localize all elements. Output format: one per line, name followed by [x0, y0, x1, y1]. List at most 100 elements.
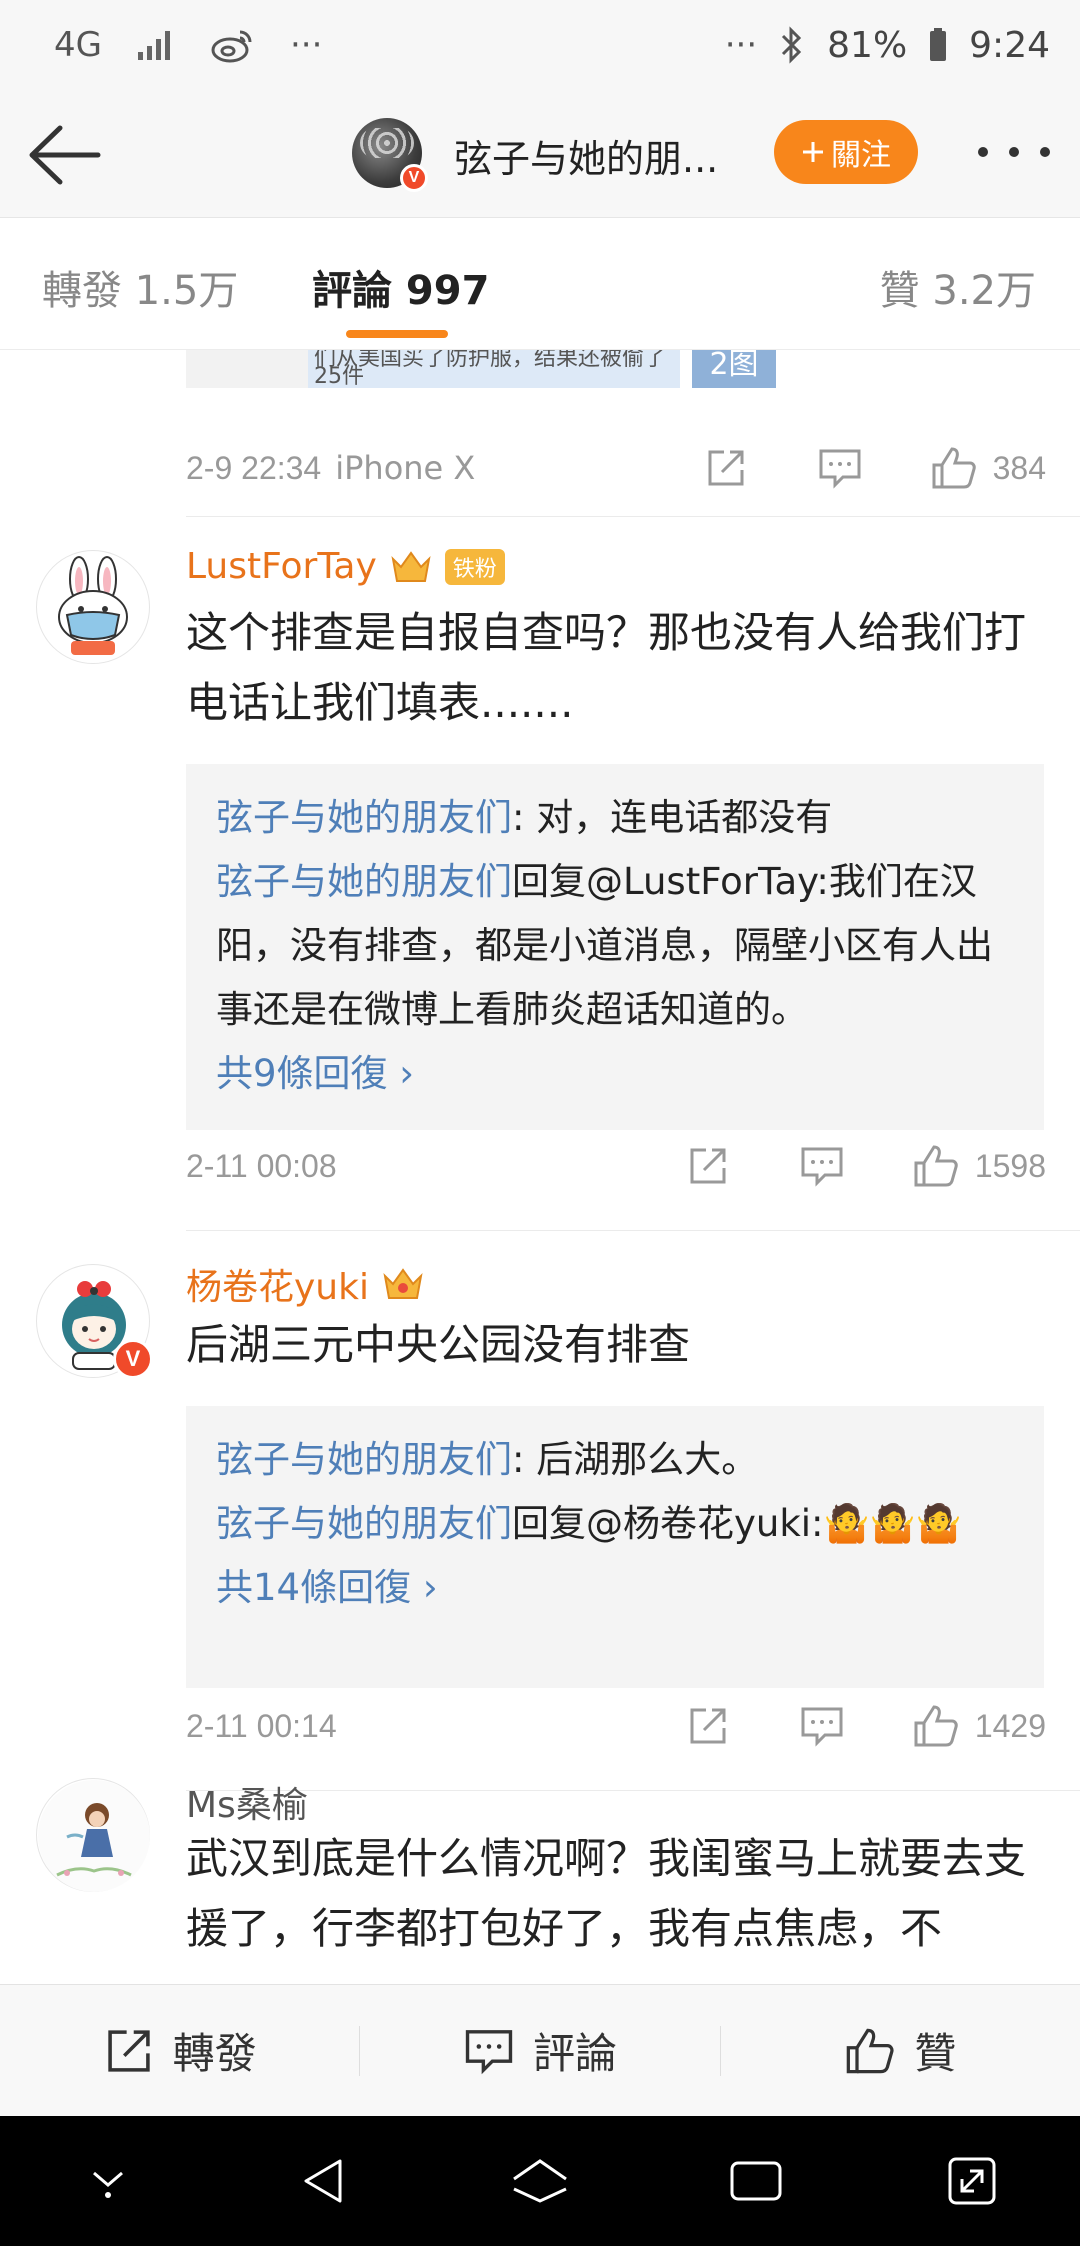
comment-username[interactable]: 杨卷花yuki — [186, 1258, 425, 1310]
nav-expand-button[interactable] — [937, 2146, 1007, 2216]
comment-text: 后湖三元中央公园没有排查 — [186, 1320, 691, 1369]
reply-item: 弦子与她的朋友们: 后湖那么大。 — [216, 1428, 1014, 1492]
comment-date: 2-11 00:14 — [186, 1707, 337, 1744]
fan-level-badge: 铁粉 — [444, 548, 505, 585]
expand-icon — [948, 2157, 996, 2205]
share-icon — [708, 450, 744, 486]
reply-author[interactable]: 弦子与她的朋友们 — [216, 1438, 512, 1481]
follow-button[interactable]: 關注 — [774, 120, 918, 184]
comment-icon — [801, 1707, 843, 1747]
repost-button[interactable]: 轉發 — [0, 2020, 359, 2081]
comment-icon — [819, 449, 861, 489]
comment-label: 評論 — [532, 2029, 617, 2078]
username-text: LustForTay — [186, 546, 377, 587]
plus-icon — [803, 142, 823, 162]
comment-username[interactable]: LustForTay 铁粉 — [186, 546, 505, 587]
like-button[interactable] — [929, 443, 979, 493]
clock: 9:24 — [969, 24, 1050, 66]
comment-button[interactable]: 評論 — [360, 2020, 719, 2081]
nav-home-button[interactable] — [505, 2146, 575, 2216]
follow-label: 關注 — [831, 138, 891, 173]
tab-reposts[interactable]: 轉發 1.5万 — [42, 258, 238, 316]
girl-illustration-avatar-icon — [38, 1780, 150, 1892]
network-indicator: 4G — [54, 25, 102, 65]
comment-actions: 384 — [701, 438, 1046, 498]
reply-text: : 后湖那么大。 — [512, 1438, 759, 1481]
battery-percent: 81% — [827, 24, 908, 66]
header: V 弦子与她的朋... 關注 — [0, 90, 1080, 218]
tab-likes[interactable]: 贊 3.2万 — [880, 258, 1036, 316]
avatar[interactable] — [36, 1778, 150, 1892]
system-navigation-bar — [0, 2116, 1080, 2246]
previous-comment-image[interactable] — [186, 350, 308, 388]
nav-recents-button[interactable] — [721, 2146, 791, 2216]
like-post-button[interactable]: 贊 — [721, 2020, 1080, 2081]
bluetooth-icon — [782, 26, 802, 64]
nav-back-button[interactable] — [289, 2146, 359, 2216]
comment-icon — [465, 2029, 513, 2074]
reply-author[interactable]: 弦子与她的朋友们 — [216, 860, 512, 903]
recents-icon — [730, 2161, 782, 2201]
reply-button[interactable] — [797, 1141, 847, 1191]
share-icon — [107, 2029, 150, 2072]
bunny-mask-avatar-icon — [58, 556, 128, 655]
reply-item: 弦子与她的朋友们回复@LustForTay:我们在汉阳，没有排查，都是小道消息，… — [216, 850, 1014, 1042]
comment-actions: 1598 — [683, 1136, 1046, 1196]
view-more-replies-link[interactable]: 共14條回復 › — [216, 1556, 1014, 1620]
back-triangle-icon — [304, 2159, 342, 2203]
comment-text: 这个排查是自报自查吗？那也没有人给我们打电话让我们填表....... — [186, 608, 1027, 727]
crown-badge-icon — [383, 1268, 423, 1299]
share-button[interactable] — [701, 443, 751, 493]
like-count: 384 — [992, 449, 1046, 486]
more-dot-icon — [1009, 147, 1019, 157]
page-title[interactable]: 弦子与她的朋... — [454, 128, 718, 183]
share-button[interactable] — [683, 1701, 733, 1751]
comment-device: iPhone X — [335, 449, 476, 487]
reply-item: 弦子与她的朋友们回复@杨卷花yuki:🤷🤷🤷 — [216, 1492, 1014, 1556]
reply-button[interactable] — [815, 443, 865, 493]
more-options-button[interactable] — [978, 130, 1050, 174]
username-text: Ms桑榆 — [186, 1785, 308, 1826]
view-more-replies-link[interactable]: 共9條回復 › — [216, 1042, 1014, 1106]
back-button[interactable] — [26, 120, 106, 190]
reply-author[interactable]: 弦子与她的朋友们 — [216, 1502, 512, 1545]
comment-actions: 1429 — [683, 1696, 1046, 1756]
like-label: 贊 — [914, 2029, 957, 2078]
comment-meta: 2-11 00:08 1598 — [186, 1136, 1046, 1196]
verified-badge-icon: V — [400, 164, 428, 192]
reply-preview-box[interactable]: 弦子与她的朋友们: 对，连电话都没有 弦子与她的朋友们回复@LustForTay… — [186, 764, 1044, 1130]
divider — [186, 516, 1080, 517]
reply-author[interactable]: 弦子与她的朋友们 — [216, 796, 512, 839]
comment-list[interactable]: 们从美国买了防护服，结果还被偷了25件 2图 2-9 22:34 iPhone … — [0, 350, 1080, 1984]
previous-comment-preview-text[interactable]: 们从美国买了防护服，结果还被偷了25件 — [308, 350, 680, 388]
avatar[interactable] — [36, 550, 150, 664]
reply-preview-box[interactable]: 弦子与她的朋友们: 后湖那么大。 弦子与她的朋友们回复@杨卷花yuki:🤷🤷🤷 … — [186, 1406, 1044, 1688]
hide-keyboard-button[interactable] — [73, 2146, 143, 2216]
share-icon — [690, 1148, 726, 1184]
thumbs-up-icon — [932, 447, 976, 489]
verified-badge-icon: V — [113, 1339, 153, 1379]
home-icon — [513, 2159, 567, 2203]
weibo-icon — [211, 30, 252, 63]
reply-button[interactable] — [797, 1701, 847, 1751]
username-text: 杨卷花yuki — [186, 1267, 369, 1308]
more-dot-icon — [978, 147, 988, 157]
thumbs-up-icon — [914, 1705, 958, 1747]
status-bar: 4G ··· ··· 81% 9:24 — [0, 0, 1080, 90]
author-avatar[interactable]: V — [352, 118, 428, 192]
thumbs-up-icon — [914, 1145, 958, 1187]
tab-comments[interactable]: 評論 997 — [312, 258, 489, 316]
like-count: 1598 — [974, 1147, 1046, 1184]
signal-icon — [137, 31, 170, 60]
share-button[interactable] — [683, 1141, 733, 1191]
tab-bar: 轉發 1.5万 評論 997 贊 3.2万 — [0, 218, 1080, 350]
divider — [186, 1230, 1080, 1231]
reply-text: 回复@杨卷花yuki:🤷🤷🤷 — [512, 1502, 962, 1545]
like-button[interactable] — [911, 1701, 961, 1751]
comment-username[interactable]: Ms桑榆 — [186, 1776, 308, 1828]
like-button[interactable] — [911, 1141, 961, 1191]
status-right: ··· 81% 9:24 — [725, 25, 1050, 66]
share-icon — [690, 1708, 726, 1744]
comment-meta: 2-9 22:34 iPhone X 384 — [186, 438, 1046, 498]
avatar[interactable]: V — [36, 1264, 153, 1379]
